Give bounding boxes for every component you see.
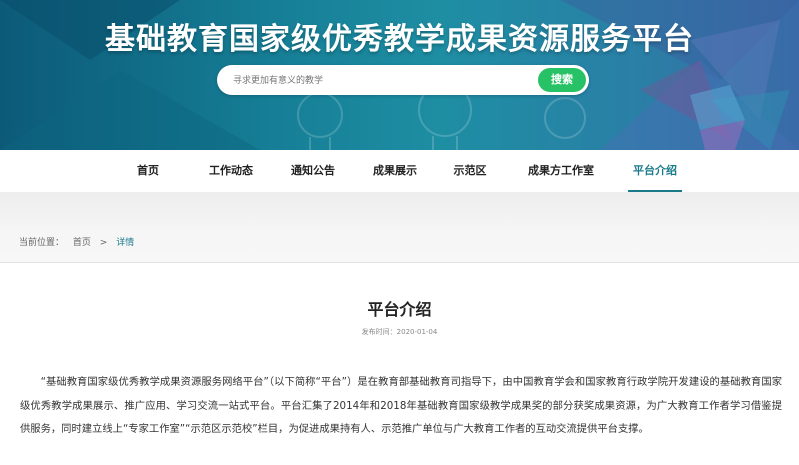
nav-item-studio[interactable]: 成果方工作室 <box>521 150 601 192</box>
nav-item-demo-zone[interactable]: 示范区 <box>448 150 492 192</box>
header-banner: 基础教育国家级优秀教学成果资源服务平台 搜索 <box>0 0 799 150</box>
breadcrumb-prefix: 当前位置： <box>19 238 65 248</box>
nav-item-notices[interactable]: 通知公告 <box>285 150 341 192</box>
search-box: 搜索 <box>217 65 589 95</box>
breadcrumb-current: 详情 <box>116 238 135 248</box>
article-publish-date: 发布时间：2020-01-04 <box>361 328 438 336</box>
divider <box>0 262 799 263</box>
main-nav: 首页 工作动态 通知公告 成果展示 示范区 成果方工作室 平台介绍 <box>0 150 799 192</box>
nav-item-work-news[interactable]: 工作动态 <box>203 150 259 192</box>
breadcrumb: 当前位置： 首页 > 详情 <box>19 235 140 248</box>
article-body: “基础教育国家级优秀教学成果资源服务网络平台”（以下简称“平台”）是在教育部基础… <box>20 376 782 435</box>
article-title: 平台介绍 <box>367 300 432 319</box>
search-input[interactable] <box>231 71 535 91</box>
nav-item-showcase[interactable]: 成果展示 <box>367 150 423 192</box>
gray-band <box>0 192 799 262</box>
site-title: 基础教育国家级优秀教学成果资源服务平台 <box>105 22 694 57</box>
nav-item-platform-intro[interactable]: 平台介绍 <box>628 150 682 192</box>
breadcrumb-separator: > <box>99 238 108 248</box>
nav-item-home[interactable]: 首页 <box>131 150 165 192</box>
breadcrumb-home-link[interactable]: 首页 <box>73 238 91 248</box>
search-button[interactable]: 搜索 <box>538 68 586 92</box>
